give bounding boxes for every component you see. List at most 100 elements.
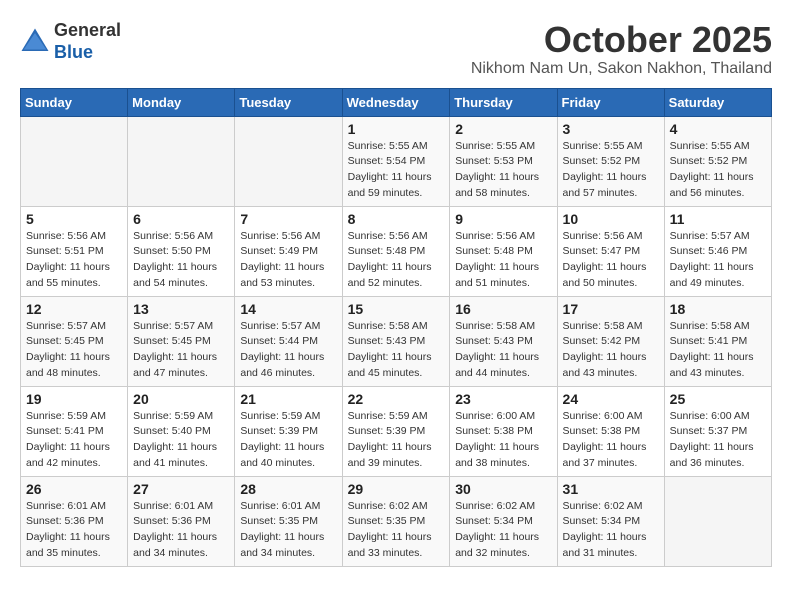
weekday-header-friday: Friday bbox=[557, 88, 664, 116]
day-info: Sunrise: 6:02 AMSunset: 5:34 PMDaylight:… bbox=[455, 499, 551, 562]
calendar-cell bbox=[235, 116, 342, 206]
day-info: Sunrise: 5:55 AMSunset: 5:52 PMDaylight:… bbox=[563, 139, 659, 202]
day-number: 5 bbox=[26, 211, 122, 227]
calendar-cell: 23Sunrise: 6:00 AMSunset: 5:38 PMDayligh… bbox=[450, 386, 557, 476]
day-info: Sunrise: 5:59 AMSunset: 5:40 PMDaylight:… bbox=[133, 409, 229, 472]
day-info: Sunrise: 5:57 AMSunset: 5:46 PMDaylight:… bbox=[670, 229, 766, 292]
day-number: 23 bbox=[455, 391, 551, 407]
calendar-cell: 8Sunrise: 5:56 AMSunset: 5:48 PMDaylight… bbox=[342, 206, 450, 296]
day-number: 24 bbox=[563, 391, 659, 407]
weekday-header-row: SundayMondayTuesdayWednesdayThursdayFrid… bbox=[21, 88, 772, 116]
day-info: Sunrise: 6:02 AMSunset: 5:34 PMDaylight:… bbox=[563, 499, 659, 562]
calendar-cell: 15 Sunrise: 5:58 AMSunset: 5:43 PMDayligh… bbox=[342, 296, 450, 386]
logo-text: General Blue bbox=[54, 20, 121, 63]
calendar-cell: 31 Sunrise: 6:02 AMSunset: 5:34 PMDayligh… bbox=[557, 476, 664, 566]
day-info: Sunrise: 6:01 AMSunset: 5:35 PMDaylight:… bbox=[240, 499, 336, 562]
day-info: Sunrise: 5:56 AMSunset: 5:48 PMDaylight:… bbox=[455, 229, 551, 292]
day-number: 13 bbox=[133, 301, 229, 317]
day-number: 7 bbox=[240, 211, 336, 227]
calendar-week-1: 1 Sunrise: 5:55 AMSunset: 5:54 PMDaylight… bbox=[21, 116, 772, 206]
calendar-cell: 21 Sunrise: 5:59 AMSunset: 5:39 PMDayligh… bbox=[235, 386, 342, 476]
weekday-header-saturday: Saturday bbox=[664, 88, 771, 116]
day-info: Sunrise: 5:56 AMSunset: 5:51 PMDaylight:… bbox=[26, 229, 122, 292]
day-number: 12 bbox=[26, 301, 122, 317]
calendar-cell: 16 Sunrise: 5:58 AMSunset: 5:43 PMDayligh… bbox=[450, 296, 557, 386]
day-number: 18 bbox=[670, 301, 766, 317]
day-number: 11 bbox=[670, 211, 766, 227]
day-info: Sunrise: 5:55 AMSunset: 5:53 PMDaylight:… bbox=[455, 139, 551, 202]
day-info: Sunrise: 6:02 AMSunset: 5:35 PMDaylight:… bbox=[348, 499, 445, 562]
day-number: 28 bbox=[240, 481, 336, 497]
day-number: 9 bbox=[455, 211, 551, 227]
weekday-header-tuesday: Tuesday bbox=[235, 88, 342, 116]
day-number: 27 bbox=[133, 481, 229, 497]
location-subtitle: Nikhom Nam Un, Sakon Nakhon, Thailand bbox=[471, 60, 772, 78]
calendar-body: 1 Sunrise: 5:55 AMSunset: 5:54 PMDaylight… bbox=[21, 116, 772, 566]
calendar-table: SundayMondayTuesdayWednesdayThursdayFrid… bbox=[20, 88, 772, 567]
weekday-header-sunday: Sunday bbox=[21, 88, 128, 116]
day-info: Sunrise: 5:57 AMSunset: 5:45 PMDaylight:… bbox=[133, 319, 229, 382]
calendar-cell: 13 Sunrise: 5:57 AMSunset: 5:45 PMDayligh… bbox=[128, 296, 235, 386]
day-info: Sunrise: 5:55 AMSunset: 5:54 PMDaylight:… bbox=[348, 139, 445, 202]
day-number: 16 bbox=[455, 301, 551, 317]
calendar-week-4: 19Sunrise: 5:59 AMSunset: 5:41 PMDayligh… bbox=[21, 386, 772, 476]
day-number: 14 bbox=[240, 301, 336, 317]
day-info: Sunrise: 5:57 AMSunset: 5:45 PMDaylight:… bbox=[26, 319, 122, 382]
calendar-cell: 6 Sunrise: 5:56 AMSunset: 5:50 PMDaylight… bbox=[128, 206, 235, 296]
day-number: 2 bbox=[455, 121, 551, 137]
calendar-cell: 11 Sunrise: 5:57 AMSunset: 5:46 PMDayligh… bbox=[664, 206, 771, 296]
day-info: Sunrise: 5:58 AMSunset: 5:41 PMDaylight:… bbox=[670, 319, 766, 382]
calendar-week-3: 12 Sunrise: 5:57 AMSunset: 5:45 PMDayligh… bbox=[21, 296, 772, 386]
day-info: Sunrise: 5:56 AMSunset: 5:50 PMDaylight:… bbox=[133, 229, 229, 292]
calendar-cell: 29 Sunrise: 6:02 AMSunset: 5:35 PMDayligh… bbox=[342, 476, 450, 566]
calendar-cell: 4 Sunrise: 5:55 AMSunset: 5:52 PMDaylight… bbox=[664, 116, 771, 206]
calendar-cell: 7 Sunrise: 5:56 AMSunset: 5:49 PMDaylight… bbox=[235, 206, 342, 296]
calendar-week-5: 26 Sunrise: 6:01 AMSunset: 5:36 PMDayligh… bbox=[21, 476, 772, 566]
calendar-cell: 24Sunrise: 6:00 AMSunset: 5:38 PMDayligh… bbox=[557, 386, 664, 476]
calendar-cell bbox=[21, 116, 128, 206]
day-number: 26 bbox=[26, 481, 122, 497]
calendar-cell: 17 Sunrise: 5:58 AMSunset: 5:42 PMDayligh… bbox=[557, 296, 664, 386]
day-number: 15 bbox=[348, 301, 445, 317]
day-number: 22 bbox=[348, 391, 445, 407]
calendar-cell: 26Sunrise: 6:01 AMSunset: 5:36 PMDayligh… bbox=[21, 476, 128, 566]
weekday-header-monday: Monday bbox=[128, 88, 235, 116]
day-number: 3 bbox=[563, 121, 659, 137]
calendar-cell: 22 Sunrise: 5:59 AMSunset: 5:39 PMDayligh… bbox=[342, 386, 450, 476]
day-number: 6 bbox=[133, 211, 229, 227]
calendar-cell: 25Sunrise: 6:00 AMSunset: 5:37 PMDayligh… bbox=[664, 386, 771, 476]
day-info: Sunrise: 5:56 AMSunset: 5:49 PMDaylight:… bbox=[240, 229, 336, 292]
day-number: 29 bbox=[348, 481, 445, 497]
weekday-header-wednesday: Wednesday bbox=[342, 88, 450, 116]
calendar-cell: 12 Sunrise: 5:57 AMSunset: 5:45 PMDayligh… bbox=[21, 296, 128, 386]
day-info: Sunrise: 5:58 AMSunset: 5:42 PMDaylight:… bbox=[563, 319, 659, 382]
day-info: Sunrise: 5:59 AMSunset: 5:41 PMDaylight:… bbox=[26, 409, 122, 472]
calendar-cell: 9 Sunrise: 5:56 AMSunset: 5:48 PMDaylight… bbox=[450, 206, 557, 296]
day-number: 4 bbox=[670, 121, 766, 137]
title-area: October 2025 Nikhom Nam Un, Sakon Nakhon… bbox=[471, 20, 772, 78]
day-info: Sunrise: 5:56 AMSunset: 5:47 PMDaylight:… bbox=[563, 229, 659, 292]
day-info: Sunrise: 5:59 AMSunset: 5:39 PMDaylight:… bbox=[240, 409, 336, 472]
day-info: Sunrise: 5:59 AMSunset: 5:39 PMDaylight:… bbox=[348, 409, 445, 472]
day-number: 20 bbox=[133, 391, 229, 407]
calendar-cell: 28 Sunrise: 6:01 AMSunset: 5:35 PMDayligh… bbox=[235, 476, 342, 566]
day-number: 10 bbox=[563, 211, 659, 227]
day-info: Sunrise: 5:57 AMSunset: 5:44 PMDaylight:… bbox=[240, 319, 336, 382]
day-number: 25 bbox=[670, 391, 766, 407]
day-number: 1 bbox=[348, 121, 445, 137]
calendar-cell: 19Sunrise: 5:59 AMSunset: 5:41 PMDayligh… bbox=[21, 386, 128, 476]
day-info: Sunrise: 5:58 AMSunset: 5:43 PMDaylight:… bbox=[348, 319, 445, 382]
calendar-cell: 1 Sunrise: 5:55 AMSunset: 5:54 PMDaylight… bbox=[342, 116, 450, 206]
calendar-cell: 3 Sunrise: 5:55 AMSunset: 5:52 PMDaylight… bbox=[557, 116, 664, 206]
weekday-header-thursday: Thursday bbox=[450, 88, 557, 116]
day-number: 31 bbox=[563, 481, 659, 497]
calendar-header: SundayMondayTuesdayWednesdayThursdayFrid… bbox=[21, 88, 772, 116]
day-info: Sunrise: 5:56 AMSunset: 5:48 PMDaylight:… bbox=[348, 229, 445, 292]
logo-icon bbox=[20, 27, 50, 57]
day-info: Sunrise: 5:55 AMSunset: 5:52 PMDaylight:… bbox=[670, 139, 766, 202]
day-info: Sunrise: 6:01 AMSunset: 5:36 PMDaylight:… bbox=[133, 499, 229, 562]
day-info: Sunrise: 5:58 AMSunset: 5:43 PMDaylight:… bbox=[455, 319, 551, 382]
day-number: 17 bbox=[563, 301, 659, 317]
day-number: 21 bbox=[240, 391, 336, 407]
calendar-cell: 10 Sunrise: 5:56 AMSunset: 5:47 PMDayligh… bbox=[557, 206, 664, 296]
